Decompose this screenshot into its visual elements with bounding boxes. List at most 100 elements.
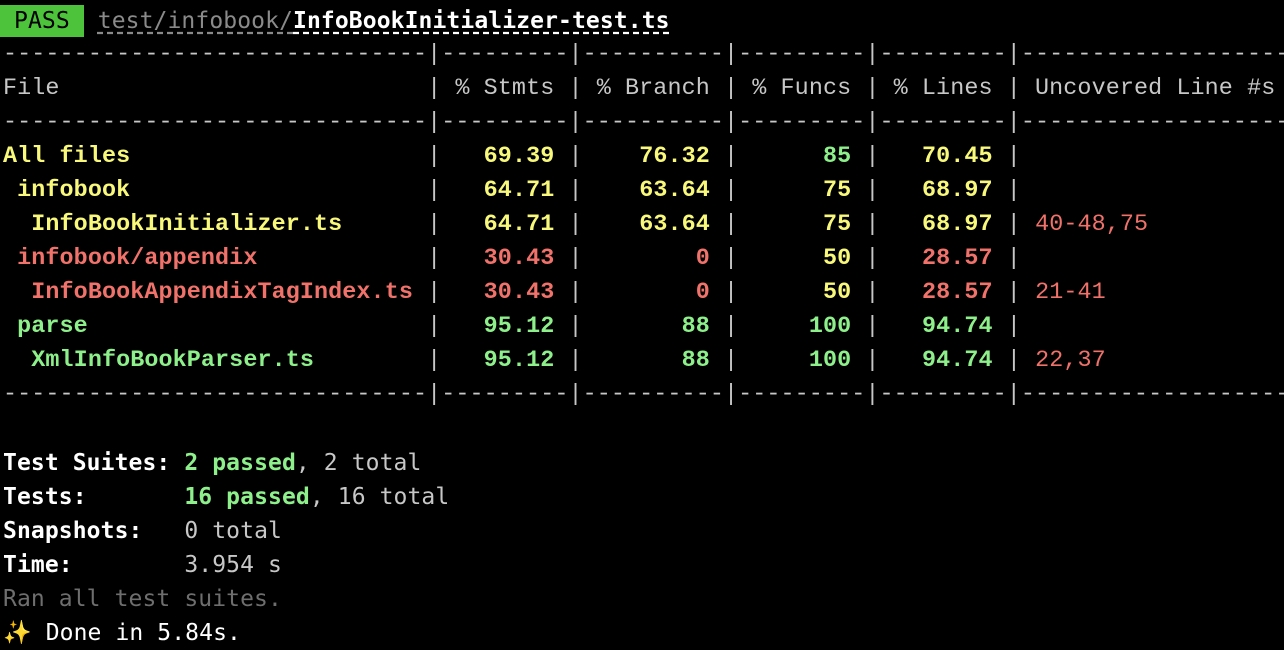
pct-lines: 68.97 — [921, 212, 993, 238]
col-branch: % Branch — [582, 76, 724, 102]
pct-branch: 76.32 — [639, 144, 710, 170]
done-message: ✨ Done in 5.84s. — [3, 616, 1284, 650]
column-divider: | — [568, 144, 583, 170]
column-divider: | — [427, 178, 442, 204]
column-divider: | — [865, 76, 880, 102]
column-divider: | — [1006, 178, 1021, 204]
uncovered-lines: 40-48,75 — [1035, 212, 1149, 238]
col-file: File — [3, 76, 428, 102]
pct-stmts: 95.12 — [483, 314, 555, 340]
uncovered-lines: 21-41 — [1035, 280, 1106, 306]
column-divider: | — [1006, 280, 1021, 306]
suites-passed: 2 passed — [184, 450, 296, 476]
column-divider: | — [427, 246, 442, 272]
pct-lines: 94.74 — [921, 348, 993, 374]
column-divider: | — [427, 348, 442, 374]
file-name: infobook/appendix — [3, 246, 258, 272]
file-name: InfoBookAppendixTagIndex.ts — [3, 280, 413, 306]
column-divider: | — [1006, 314, 1021, 340]
col-lines: % Lines — [879, 76, 1007, 102]
column-divider: | — [1006, 144, 1021, 170]
table-separator-mid: ------------------------------|---------… — [3, 110, 1284, 136]
pct-lines: 28.57 — [921, 246, 993, 272]
uncovered-lines: 22,37 — [1035, 348, 1106, 374]
column-divider: | — [568, 314, 583, 340]
pct-funcs: 100 — [808, 314, 852, 340]
coverage-row: infobook | 64.71 | 63.64 | 75 | 68.97 | — [3, 174, 1284, 208]
pass-badge: PASS — [0, 5, 84, 37]
coverage-row: XmlInfoBookParser.ts | 95.12 | 88 | 100 … — [3, 344, 1284, 378]
coverage-row: parse | 95.12 | 88 | 100 | 94.74 | — [3, 310, 1284, 344]
pct-funcs: 50 — [822, 280, 852, 306]
coverage-row: infobook/appendix | 30.43 | 0 | 50 | 28.… — [3, 242, 1284, 276]
table-separator-top: ------------------------------|---------… — [3, 42, 1284, 68]
column-divider: | — [427, 280, 442, 306]
column-divider: | — [724, 76, 739, 102]
column-divider: | — [1006, 212, 1021, 238]
tests-passed: 16 passed — [184, 484, 310, 510]
file-name: InfoBookInitializer.ts — [3, 212, 343, 238]
file-name: All files — [3, 144, 131, 170]
pct-lines: 70.45 — [921, 144, 993, 170]
pct-stmts: 69.39 — [483, 144, 555, 170]
sparkles-icon: ✨ — [3, 620, 32, 646]
test-file-name[interactable]: InfoBookInitializer-test.ts — [293, 8, 670, 34]
pct-lines: 94.74 — [921, 314, 993, 340]
file-name: XmlInfoBookParser.ts — [3, 348, 315, 374]
pct-branch: 63.64 — [639, 212, 710, 238]
snapshots-label: Snapshots: — [3, 518, 143, 544]
column-divider: | — [427, 76, 442, 102]
pct-branch: 0 — [695, 280, 710, 306]
table-separator-bottom: ------------------------------|---------… — [3, 382, 1284, 408]
suites-label: Test Suites: — [3, 450, 171, 476]
file-name: parse — [3, 314, 88, 340]
column-divider: | — [865, 348, 880, 374]
column-divider: | — [724, 348, 739, 374]
column-divider: | — [724, 280, 739, 306]
table-header-row: File | % Stmts | % Branch | % Funcs | % … — [3, 72, 1284, 106]
column-divider: | — [427, 212, 442, 238]
column-divider: | — [724, 314, 739, 340]
suites-total: , 2 total — [295, 450, 422, 476]
column-divider: | — [865, 280, 880, 306]
done-text: Done in 5.84s. — [45, 620, 241, 646]
coverage-row: InfoBookAppendixTagIndex.ts | 30.43 | 0 … — [3, 276, 1284, 310]
file-name: infobook — [3, 178, 131, 204]
column-divider: | — [568, 348, 583, 374]
column-divider: | — [568, 280, 583, 306]
column-divider: | — [865, 178, 880, 204]
summary-suites: Test Suites: 2 passed, 2 total — [3, 446, 1284, 480]
column-divider: | — [724, 178, 739, 204]
snapshots-value: 0 total — [184, 518, 282, 544]
terminal: PASS test/infobook/InfoBookInitializer-t… — [0, 0, 1284, 650]
pct-funcs: 75 — [822, 178, 852, 204]
ran-all-message: Ran all test suites. — [3, 586, 282, 612]
time-label: Time: — [3, 552, 73, 578]
pct-branch: 0 — [695, 246, 710, 272]
col-uncovered: Uncovered Line #s — [1020, 76, 1276, 102]
column-divider: | — [724, 212, 739, 238]
pct-funcs: 50 — [822, 246, 852, 272]
pct-stmts: 64.71 — [483, 212, 555, 238]
column-divider: | — [865, 246, 880, 272]
column-divider: | — [568, 178, 583, 204]
pct-stmts: 64.71 — [483, 178, 555, 204]
column-divider: | — [1006, 246, 1021, 272]
pct-lines: 68.97 — [921, 178, 993, 204]
column-divider: | — [1006, 348, 1021, 374]
coverage-table-body: All files | 69.39 | 76.32 | 85 | 70.45 |… — [3, 140, 1284, 378]
column-divider: | — [724, 246, 739, 272]
pct-branch: 63.64 — [639, 178, 710, 204]
column-divider: | — [865, 212, 880, 238]
pct-branch: 88 — [681, 314, 710, 340]
pct-funcs: 75 — [822, 212, 852, 238]
tests-total: , 16 total — [309, 484, 450, 510]
coverage-row: InfoBookInitializer.ts | 64.71 | 63.64 |… — [3, 208, 1284, 242]
summary-time: Time: 3.954 s — [3, 548, 1284, 582]
test-file-dir[interactable]: test/infobook/ — [98, 8, 293, 34]
column-divider: | — [724, 144, 739, 170]
column-divider: | — [865, 314, 880, 340]
pct-stmts: 30.43 — [483, 280, 555, 306]
pct-stmts: 30.43 — [483, 246, 555, 272]
